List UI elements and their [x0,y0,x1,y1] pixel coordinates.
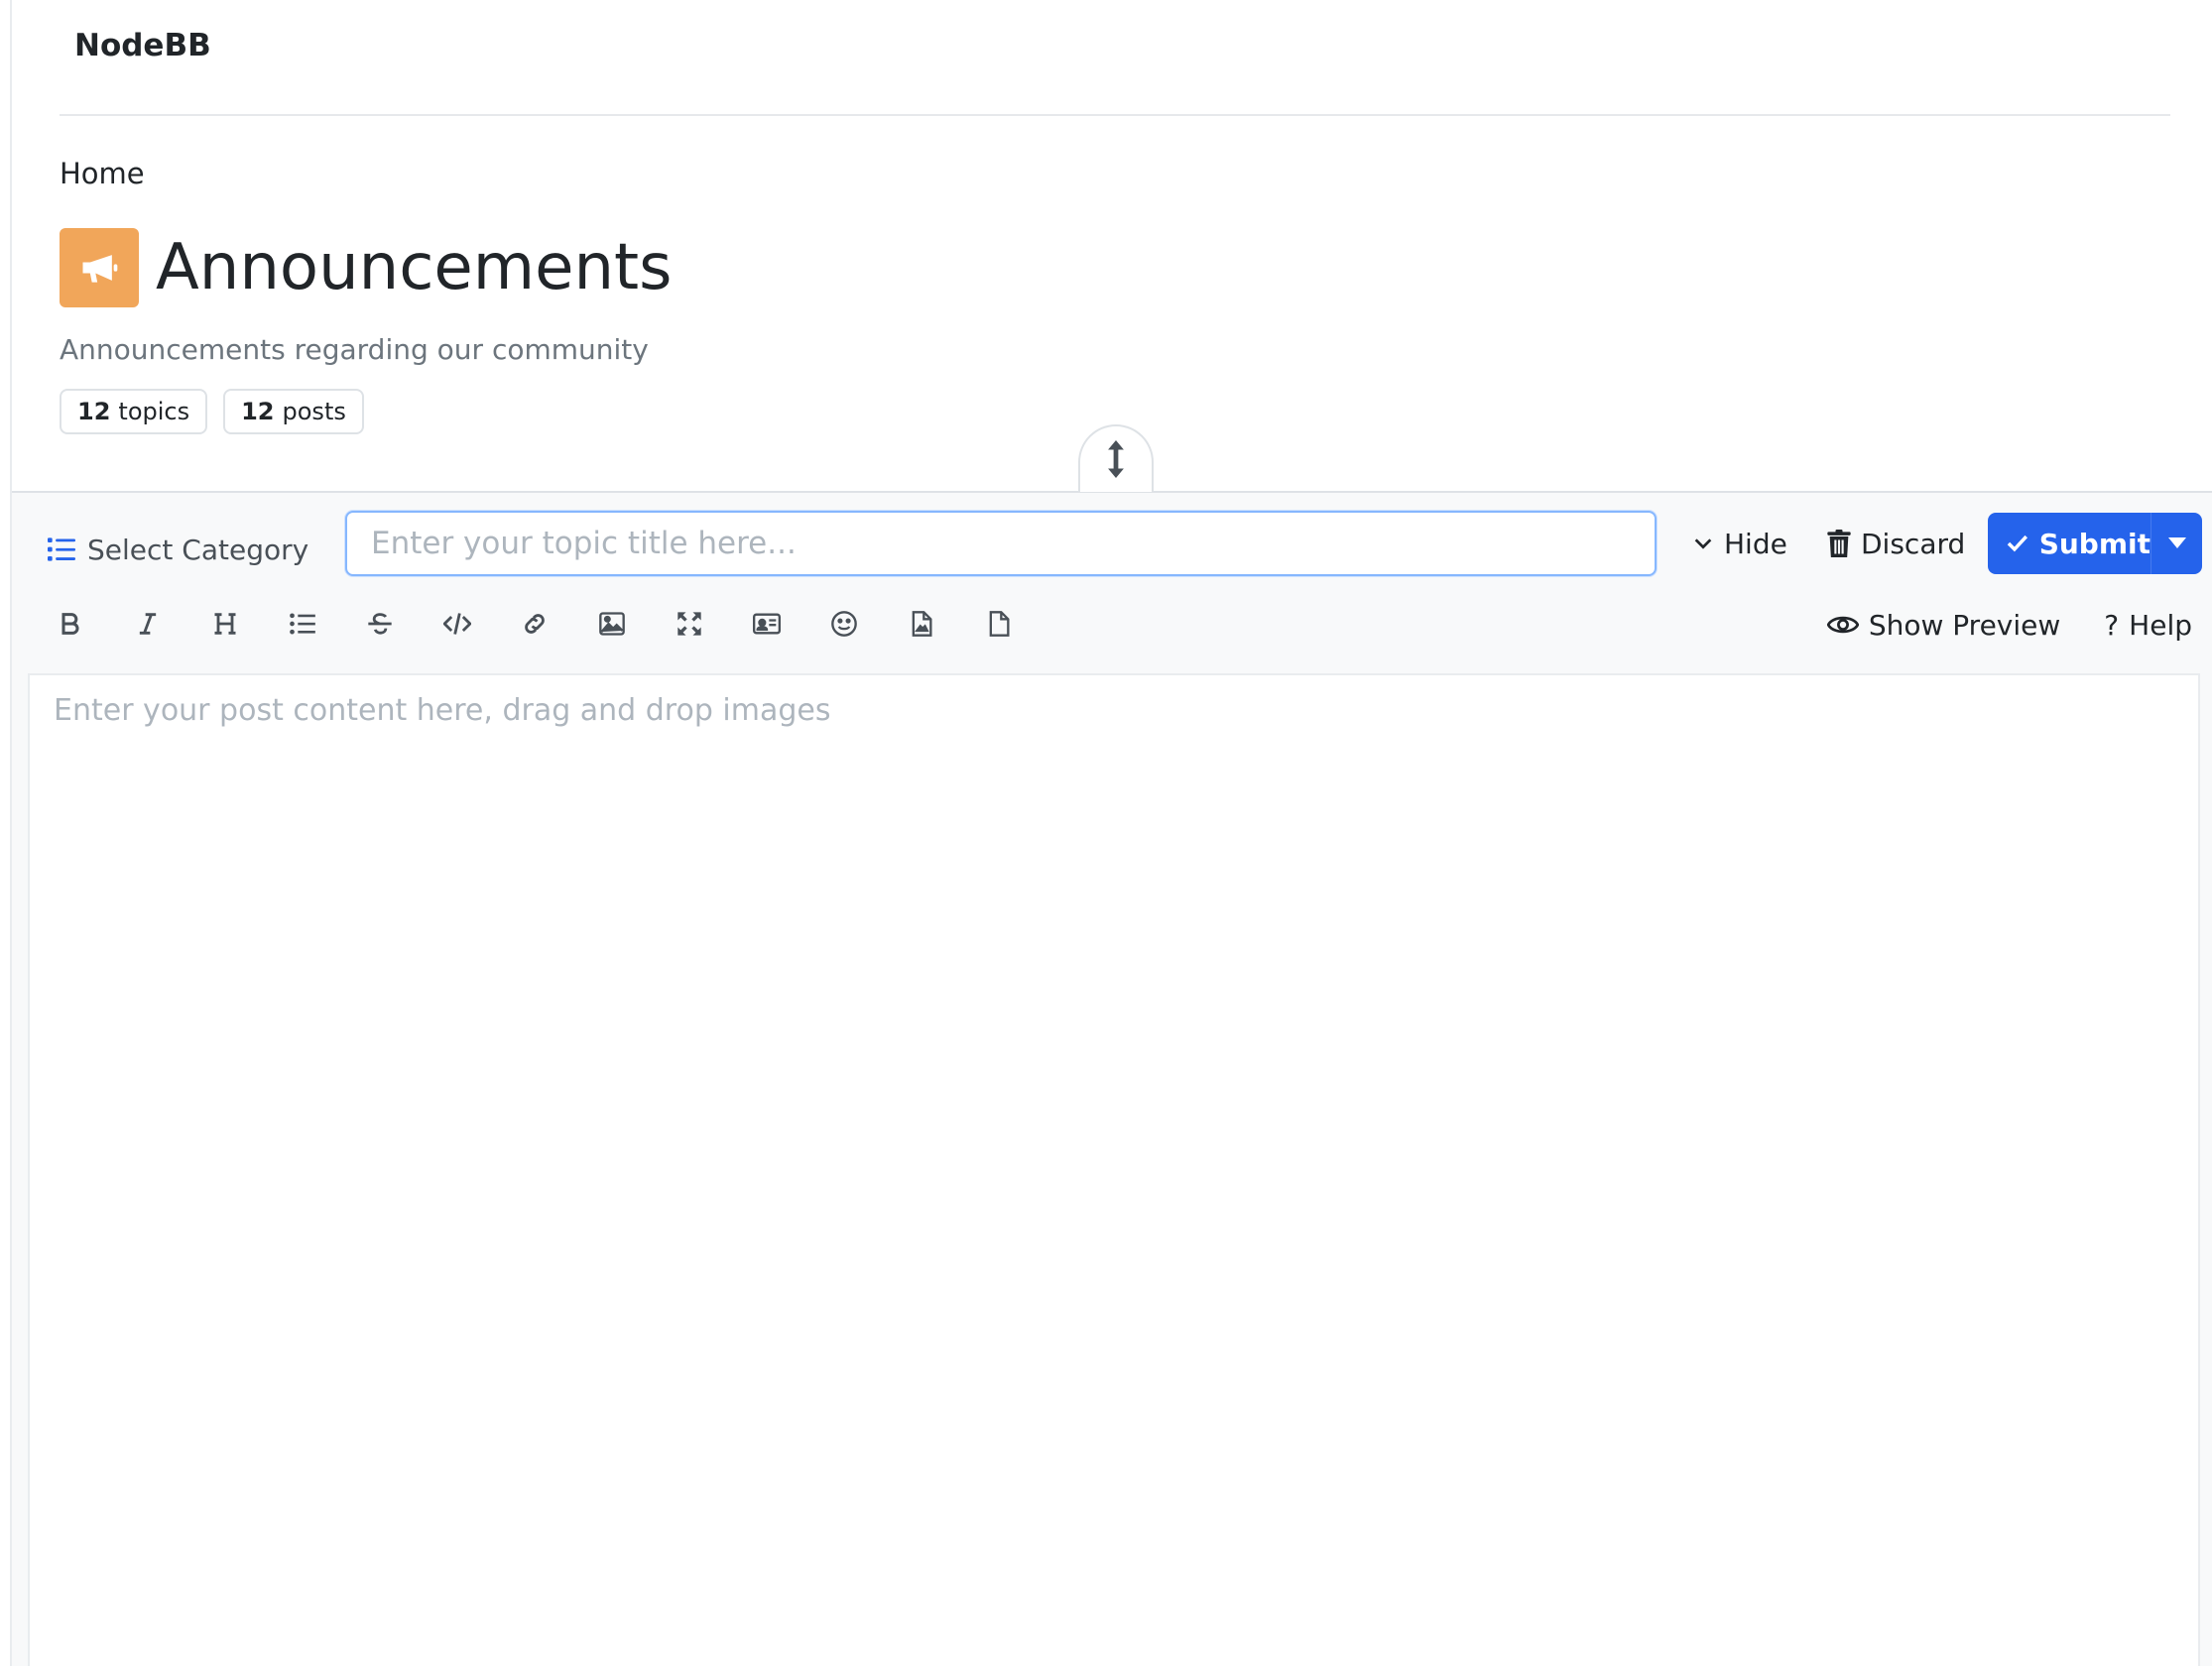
discard-label: Discard [1861,527,1966,560]
posts-count: 12 [241,398,275,425]
select-category-label: Select Category [87,533,309,566]
image-icon [599,612,625,636]
trash-icon [1827,530,1851,557]
user-card-button[interactable] [728,596,805,652]
code-icon [443,613,471,635]
check-icon [2007,535,2028,552]
file-image-icon [912,611,932,637]
submit-label: Submit [2038,527,2151,560]
emoji-icon [831,611,857,637]
heading-icon [214,613,236,635]
bold-icon [61,613,79,635]
hide-label: Hide [1724,527,1787,560]
question-icon: ? [2104,608,2120,642]
posts-badge: 12 posts [223,389,364,434]
hide-button[interactable]: Hide [1692,513,1787,574]
page: NodeBB Home Announcements Announcements … [0,0,2212,1666]
code-button[interactable] [419,596,496,652]
caret-down-icon [2167,537,2186,548]
file-icon [989,611,1010,637]
show-preview-label: Show Preview [1868,608,2061,642]
help-button[interactable]: ? Help [2104,609,2192,642]
file-image-button[interactable] [883,596,960,652]
topics-label: topics [118,398,190,425]
submit-button-group: Submit [1988,513,2202,574]
posts-label: posts [282,398,346,425]
category-stats: 12 topics 12 posts [60,389,364,434]
strikethrough-button[interactable] [341,596,419,652]
zen-mode-icon [677,612,701,636]
resize-vertical-icon [1108,440,1124,478]
italic-button[interactable] [109,596,186,652]
heading-button[interactable] [186,596,264,652]
topics-badge: 12 topics [60,389,208,434]
post-content-editor [28,673,2200,1666]
editor-right-tools: Show Preview ? Help [1826,600,2192,650]
link-icon [525,614,545,634]
composer-resize-handle[interactable] [1078,424,1154,492]
list-icon [290,613,315,635]
submit-options-button[interactable] [2151,513,2202,574]
brand-title[interactable]: NodeBB [74,28,211,63]
submit-button[interactable]: Submit [1988,513,2151,574]
topic-title-input[interactable] [345,511,1657,576]
post-content-textarea[interactable] [30,675,2198,1666]
list-button[interactable] [264,596,341,652]
composer: Select Category Hide Discard Submit [12,491,2212,1666]
formatting-toolbar [32,592,1038,655]
header-divider [60,114,2170,116]
show-preview-button[interactable]: Show Preview [1826,608,2061,642]
list-icon [48,537,75,561]
bold-button[interactable] [32,596,109,652]
strikethrough-icon [368,613,392,635]
category-description: Announcements regarding our community [60,333,649,366]
eye-icon [1826,616,1859,634]
category-title: Announcements [156,231,673,304]
user-card-icon [753,613,781,635]
image-button[interactable] [573,596,651,652]
file-button[interactable] [960,596,1038,652]
chevron-down-icon [1694,538,1712,549]
select-category-button[interactable]: Select Category [48,525,308,574]
zen-mode-button[interactable] [651,596,728,652]
bullhorn-icon [60,228,139,307]
sidebar-edge [0,0,12,1666]
topics-count: 12 [77,398,111,425]
discard-button[interactable]: Discard [1827,513,1965,574]
link-button[interactable] [496,596,573,652]
help-label: Help [2129,608,2192,642]
breadcrumb-home[interactable]: Home [60,157,145,190]
italic-icon [139,613,157,635]
emoji-button[interactable] [805,596,883,652]
